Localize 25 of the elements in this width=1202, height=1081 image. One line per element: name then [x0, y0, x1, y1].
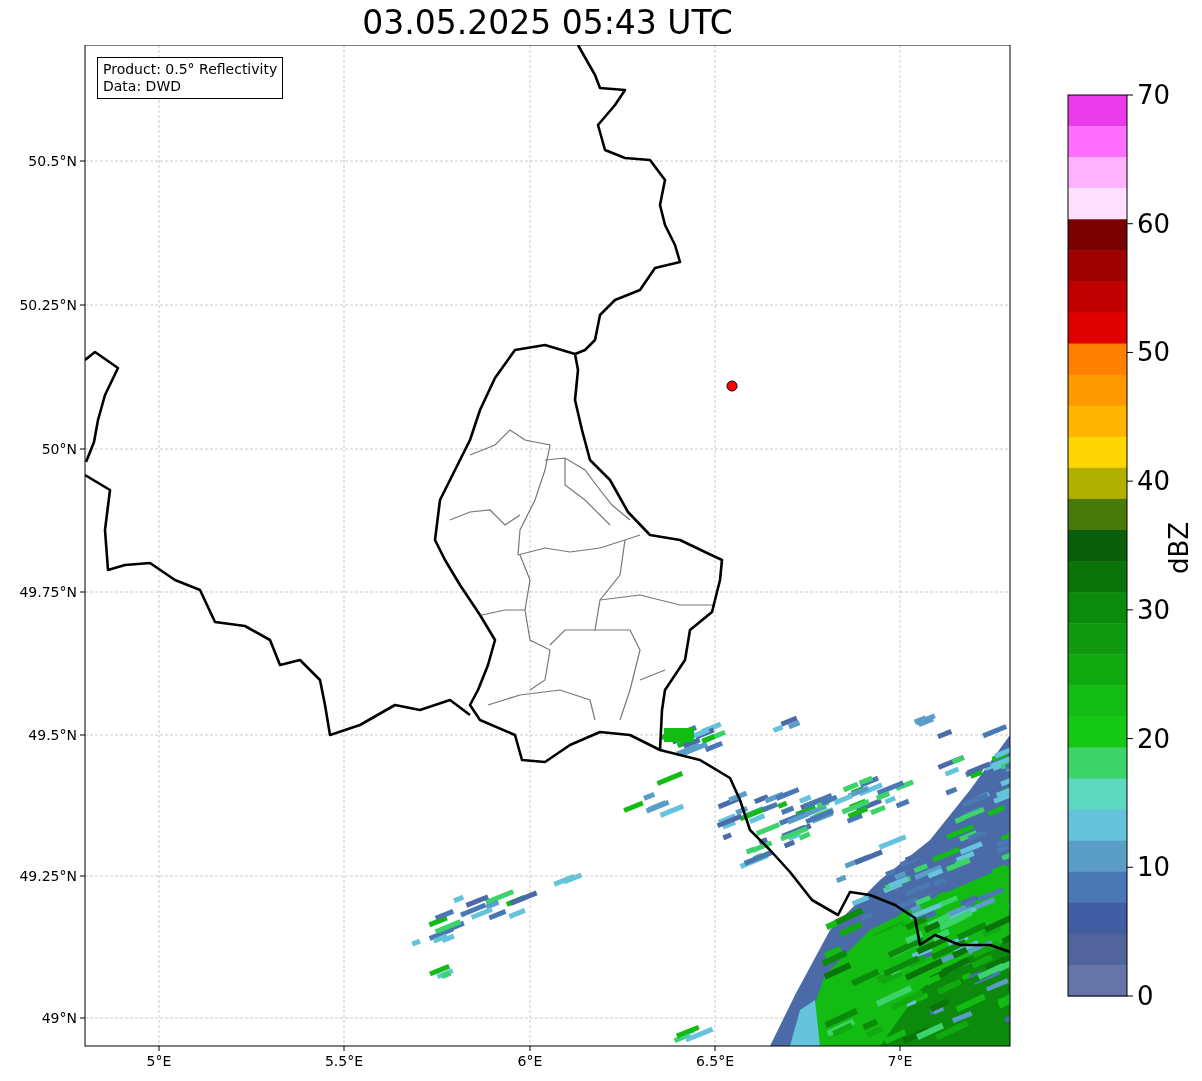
info-text: Product: 0.5° Reflectivity	[103, 61, 278, 78]
longitude-label: 7°E	[887, 1053, 913, 1069]
latitude-label: 50.5°N	[28, 153, 77, 169]
latitude-label: 49°N	[41, 1010, 77, 1026]
longitude-label: 5.5°E	[324, 1053, 364, 1069]
colorbar-tick-label: 50	[1137, 337, 1171, 368]
colorbar-tick-label: 0	[1137, 981, 1154, 1011]
latitude-label: 50.25°N	[19, 297, 77, 313]
colorbar-label: dBZ	[1164, 521, 1194, 575]
latitude-label: 50°N	[41, 441, 77, 457]
colorbar-tick-label: 40	[1137, 466, 1171, 497]
colorbar-tick-label: 20	[1137, 723, 1171, 754]
colorbar-tick-label: 70	[1137, 80, 1171, 110]
colorbar-tick-label: 30	[1137, 594, 1171, 625]
map-title: 03.05.2025 05:43 UTC	[362, 2, 733, 43]
longitude-label: 6°E	[517, 1053, 543, 1069]
longitude-label: 6.5°E	[695, 1053, 735, 1069]
colorbar-tick-label: 60	[1137, 208, 1171, 239]
colorbar-tick-label: 10	[1137, 852, 1171, 883]
latitude-label: 49.25°N	[19, 868, 77, 884]
latitude-label: 49.5°N	[28, 727, 77, 743]
latitude-label: 49.75°N	[19, 584, 77, 600]
info-text: Data: DWD	[103, 78, 182, 95]
station-marker	[726, 380, 738, 392]
longitude-label: 5°E	[146, 1053, 172, 1069]
